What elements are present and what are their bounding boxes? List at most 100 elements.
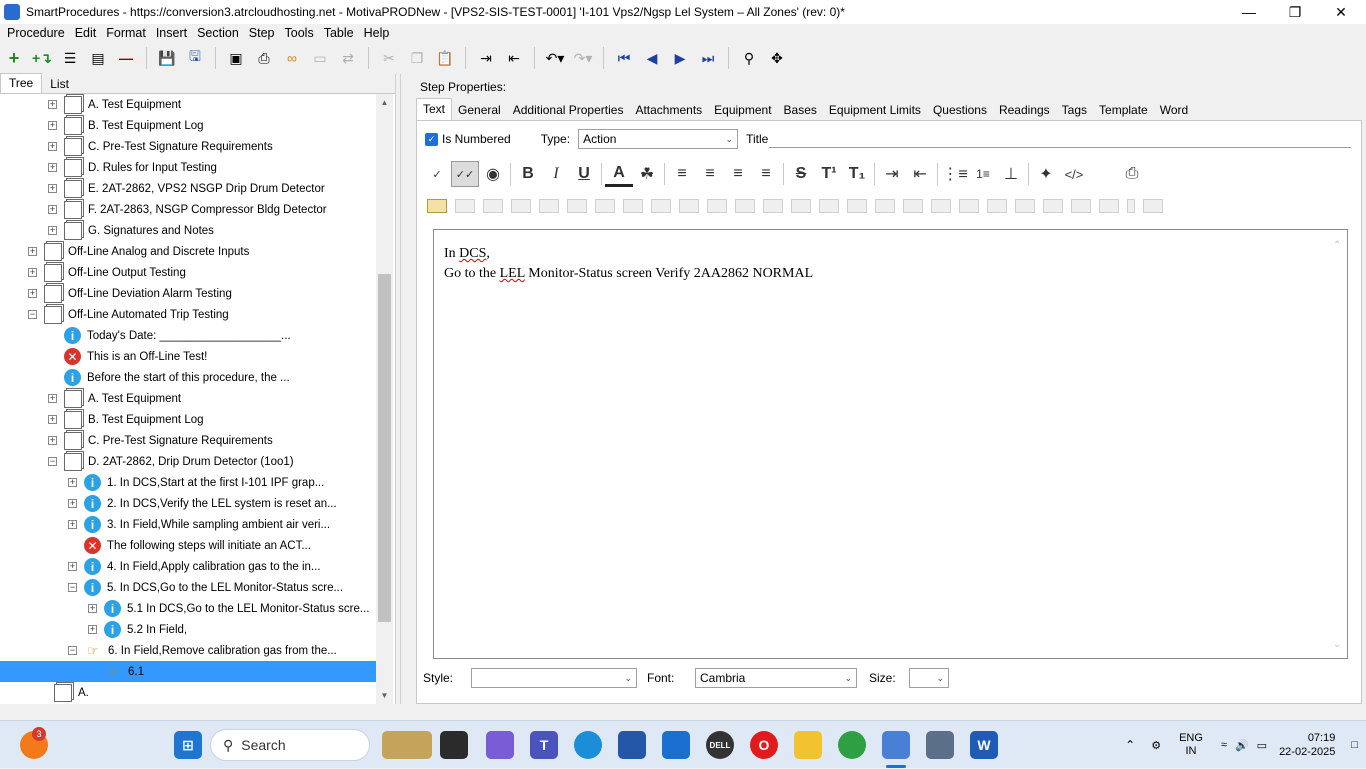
font-select[interactable]: Cambria ⌄ xyxy=(695,668,857,688)
remove-icon[interactable]: — xyxy=(114,46,138,70)
tab-tags[interactable]: Tags xyxy=(1056,100,1093,120)
notification-icon[interactable]: □ xyxy=(1351,739,1358,751)
tree-scrollbar[interactable]: ▲ ▼ xyxy=(376,94,393,704)
tree-node[interactable]: + i 1. In DCS,Start at the first I-101 IPF… xyxy=(0,472,376,493)
table-tool-icon[interactable] xyxy=(847,199,867,213)
table-tool-icon[interactable] xyxy=(959,199,979,213)
table-tool-icon[interactable] xyxy=(651,199,671,213)
align-right-icon[interactable]: ≡ xyxy=(724,161,752,187)
collapse-icon[interactable]: − xyxy=(68,646,77,655)
magic-wand-icon[interactable]: ✦ xyxy=(1032,161,1060,187)
tree-node[interactable]: − Off-Line Automated Trip Testing xyxy=(0,304,376,325)
tab-readings[interactable]: Readings xyxy=(993,100,1056,120)
next-step-icon[interactable]: ▶ xyxy=(668,46,692,70)
link-icon[interactable]: ∞ xyxy=(280,46,304,70)
insert-table-icon[interactable] xyxy=(427,199,447,213)
paste-icon[interactable]: 📋 xyxy=(433,46,457,70)
expand-icon[interactable]: + xyxy=(48,226,57,235)
menu-procedure[interactable]: Procedure xyxy=(0,26,70,40)
edge-icon[interactable] xyxy=(574,731,602,759)
expand-icon[interactable]: + xyxy=(48,163,57,172)
tree-node[interactable]: − ☞ 6. In Field,Remove calibration gas fro… xyxy=(0,640,376,661)
tree-node[interactable]: + E. 2AT-2862, VPS2 NSGP Drip Drum Detect… xyxy=(0,178,376,199)
tree-node[interactable]: + i 4. In Field,Apply calibration gas to t… xyxy=(0,556,376,577)
undo-icon[interactable]: ↶▾ xyxy=(543,46,567,70)
tree-node[interactable]: + D. Rules for Input Testing xyxy=(0,157,376,178)
tree-node[interactable]: + Off-Line Deviation Alarm Testing xyxy=(0,283,376,304)
menu-step[interactable]: Step xyxy=(244,26,280,40)
expand-icon[interactable]: + xyxy=(48,184,57,193)
decrease-indent-icon[interactable]: ⇤ xyxy=(906,161,934,187)
add-substep-icon[interactable]: +↴ xyxy=(30,46,54,70)
table-tool-icon[interactable] xyxy=(987,199,1007,213)
insert-line-icon[interactable]: ⊥ xyxy=(997,161,1025,187)
align-center-icon[interactable]: ≡ xyxy=(696,161,724,187)
add-icon[interactable]: + xyxy=(2,46,26,70)
expand-icon[interactable]: + xyxy=(28,247,37,256)
expand-icon[interactable]: + xyxy=(88,604,97,613)
tree-node[interactable]: i Today's Date: ___________________... xyxy=(0,325,376,346)
outdent-icon[interactable]: ⇤ xyxy=(502,46,526,70)
tab-equipment-limits[interactable]: Equipment Limits xyxy=(823,100,927,120)
tab-questions[interactable]: Questions xyxy=(927,100,993,120)
dell-icon[interactable]: DELL xyxy=(706,731,734,759)
scroll-down-icon[interactable]: ▼ xyxy=(376,687,393,704)
tree-node[interactable]: + C. Pre-Test Signature Requirements xyxy=(0,136,376,157)
tab-general[interactable]: General xyxy=(452,100,507,120)
smartprocedures-icon[interactable] xyxy=(882,731,910,759)
expand-icon[interactable]: + xyxy=(48,394,57,403)
expand-icon[interactable]: + xyxy=(48,436,57,445)
tree-node[interactable]: i Before the start of this procedure, the… xyxy=(0,367,376,388)
table-tool-icon[interactable] xyxy=(595,199,615,213)
chevron-up-icon[interactable]: ⌃ xyxy=(1125,738,1135,752)
wifi-icon[interactable]: ≈ xyxy=(1221,739,1227,751)
superscript-icon[interactable]: T¹ xyxy=(815,161,843,187)
style-select[interactable]: ⌄ xyxy=(471,668,637,688)
swap-icon[interactable]: ⇄ xyxy=(336,46,360,70)
underline-icon[interactable]: U xyxy=(570,161,598,187)
chrome-icon[interactable] xyxy=(838,731,866,759)
expand-icon[interactable]: + xyxy=(68,562,77,571)
tab-text[interactable]: Text xyxy=(416,98,453,120)
table-tool-icon[interactable] xyxy=(735,199,755,213)
strikethrough-icon[interactable]: S xyxy=(787,161,815,187)
expand-icon[interactable]: + xyxy=(48,142,57,151)
align-left-icon[interactable]: ≡ xyxy=(668,161,696,187)
expand-icon[interactable]: + xyxy=(48,121,57,130)
menu-insert[interactable]: Insert xyxy=(151,26,192,40)
tree-node[interactable]: ✕ This is an Off-Line Test! xyxy=(0,346,376,367)
list-alt-icon[interactable]: ▤ xyxy=(86,46,110,70)
color-wheel-icon[interactable]: ◉ xyxy=(479,161,507,187)
tree-node[interactable]: − i 5. In DCS,Go to the LEL Monitor-Status… xyxy=(0,577,376,598)
tab-tree[interactable]: Tree xyxy=(0,73,43,93)
power-automate-icon[interactable] xyxy=(662,731,690,759)
tab-additional-properties[interactable]: Additional Properties xyxy=(507,100,630,120)
opera-icon[interactable]: O xyxy=(750,731,778,759)
tree-node[interactable]: + G. Signatures and Notes xyxy=(0,220,376,241)
subscript-icon[interactable]: T₁ xyxy=(843,161,871,187)
tree-node[interactable]: + A. Test Equipment xyxy=(0,94,376,115)
numbered-list-icon[interactable]: 1≡ xyxy=(969,161,997,187)
collapse-icon[interactable]: − xyxy=(48,457,57,466)
tree-node[interactable]: A. xyxy=(0,682,376,703)
expand-icon[interactable]: + xyxy=(48,100,57,109)
tree-node[interactable]: + i 5.1 In DCS,Go to the LEL Monitor-Statu… xyxy=(0,598,376,619)
volume-icon[interactable]: 🔊 xyxy=(1235,739,1249,752)
html-source-icon[interactable]: </> xyxy=(1060,161,1088,187)
bulleted-list-icon[interactable]: ⋮≡ xyxy=(941,161,969,187)
italic-icon[interactable]: I xyxy=(542,161,570,187)
table-tool-icon[interactable] xyxy=(483,199,503,213)
remote-desktop-icon[interactable] xyxy=(926,731,954,759)
expand-icon[interactable]: + xyxy=(88,625,97,634)
move-icon[interactable]: ✥ xyxy=(765,46,789,70)
is-numbered-checkbox[interactable]: ✓ xyxy=(425,132,438,146)
last-step-icon[interactable]: ⏭ xyxy=(696,46,720,70)
redo-icon[interactable]: ↷▾ xyxy=(571,46,595,70)
editor-content[interactable]: In DCS, Go to the LEL Monitor-Status scr… xyxy=(444,244,813,284)
menu-tools[interactable]: Tools xyxy=(280,26,319,40)
find-icon[interactable]: ⚲ xyxy=(737,46,761,70)
scroll-up-icon[interactable]: ▲ xyxy=(376,94,393,111)
network-meter-icon[interactable]: ⚙ xyxy=(1151,739,1161,752)
save-all-icon[interactable]: 🖫 xyxy=(183,46,207,70)
previous-step-icon[interactable]: ◀ xyxy=(640,46,664,70)
